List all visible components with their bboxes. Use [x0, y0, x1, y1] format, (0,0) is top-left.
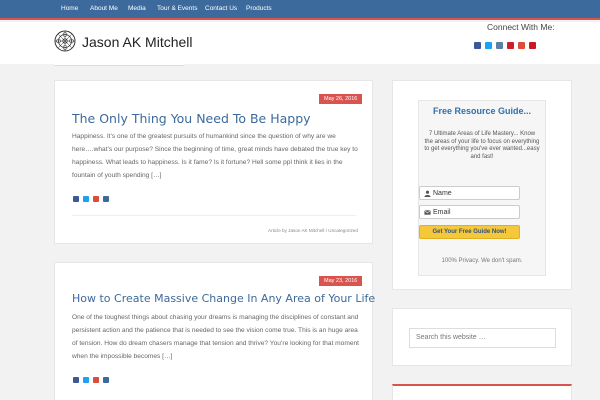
envelope-icon: [424, 210, 431, 215]
post-title[interactable]: The Only Thing You Need To Be Happy: [72, 111, 311, 126]
mandala-logo-icon[interactable]: [54, 30, 76, 52]
connect-label: Connect With Me:: [487, 22, 555, 32]
name-field[interactable]: Name: [419, 186, 520, 200]
twitter-icon[interactable]: [83, 377, 89, 383]
googleplus-icon[interactable]: [518, 42, 525, 49]
twitter-icon[interactable]: [83, 196, 89, 202]
logo-underline: [54, 62, 184, 66]
post-date-badge: May 26, 2016: [319, 94, 363, 104]
post-title[interactable]: How to Create Massive Change In Any Area…: [72, 292, 375, 305]
youtube-icon[interactable]: [529, 42, 536, 49]
optin-title: Free Resource Guide...: [432, 106, 532, 116]
search-input[interactable]: Search this website …: [409, 328, 556, 348]
post-meta: Article by Jason AK Mitchell / Uncategor…: [268, 228, 358, 233]
sidebar-widget: [392, 384, 572, 400]
nav-item-contact[interactable]: Contact Us: [205, 5, 237, 12]
name-placeholder: Name: [433, 190, 452, 197]
instagram-icon[interactable]: [496, 42, 503, 49]
facebook-icon[interactable]: [73, 196, 79, 202]
nav-item-products[interactable]: Products: [246, 5, 272, 12]
post-date-badge: May 23, 2016: [319, 276, 363, 286]
get-guide-button[interactable]: Get Your Free Guide Now!: [419, 225, 520, 239]
post-excerpt: Happiness. It’s one of the greatest purs…: [72, 133, 358, 179]
nav-item-about[interactable]: About Me: [90, 5, 118, 12]
post-excerpt: One of the toughest things about chasing…: [72, 314, 359, 360]
privacy-note: 100% Privacy. We don't spam.: [441, 258, 523, 264]
nav-item-tour-events[interactable]: Tour & Events: [157, 5, 197, 12]
twitter-icon[interactable]: [485, 42, 492, 49]
email-placeholder: Email: [433, 209, 451, 216]
share-plus-icon[interactable]: [103, 377, 109, 383]
share-plus-icon[interactable]: [103, 196, 109, 202]
top-nav: Home About Me Media Tour & Events Contac…: [0, 0, 600, 20]
pinterest-icon[interactable]: [507, 42, 514, 49]
site-title[interactable]: Jason AK Mitchell: [82, 34, 193, 50]
nav-item-media[interactable]: Media: [128, 5, 146, 12]
post-divider: [72, 215, 356, 216]
googleplus-icon[interactable]: [93, 377, 99, 383]
facebook-icon[interactable]: [73, 377, 79, 383]
facebook-icon[interactable]: [474, 42, 481, 49]
nav-item-home[interactable]: Home: [61, 5, 78, 12]
user-icon: [424, 190, 431, 197]
googleplus-icon[interactable]: [93, 196, 99, 202]
email-field[interactable]: Email: [419, 205, 520, 219]
optin-description: 7 Ultimate Areas of Life Mastery... Know…: [424, 131, 540, 160]
